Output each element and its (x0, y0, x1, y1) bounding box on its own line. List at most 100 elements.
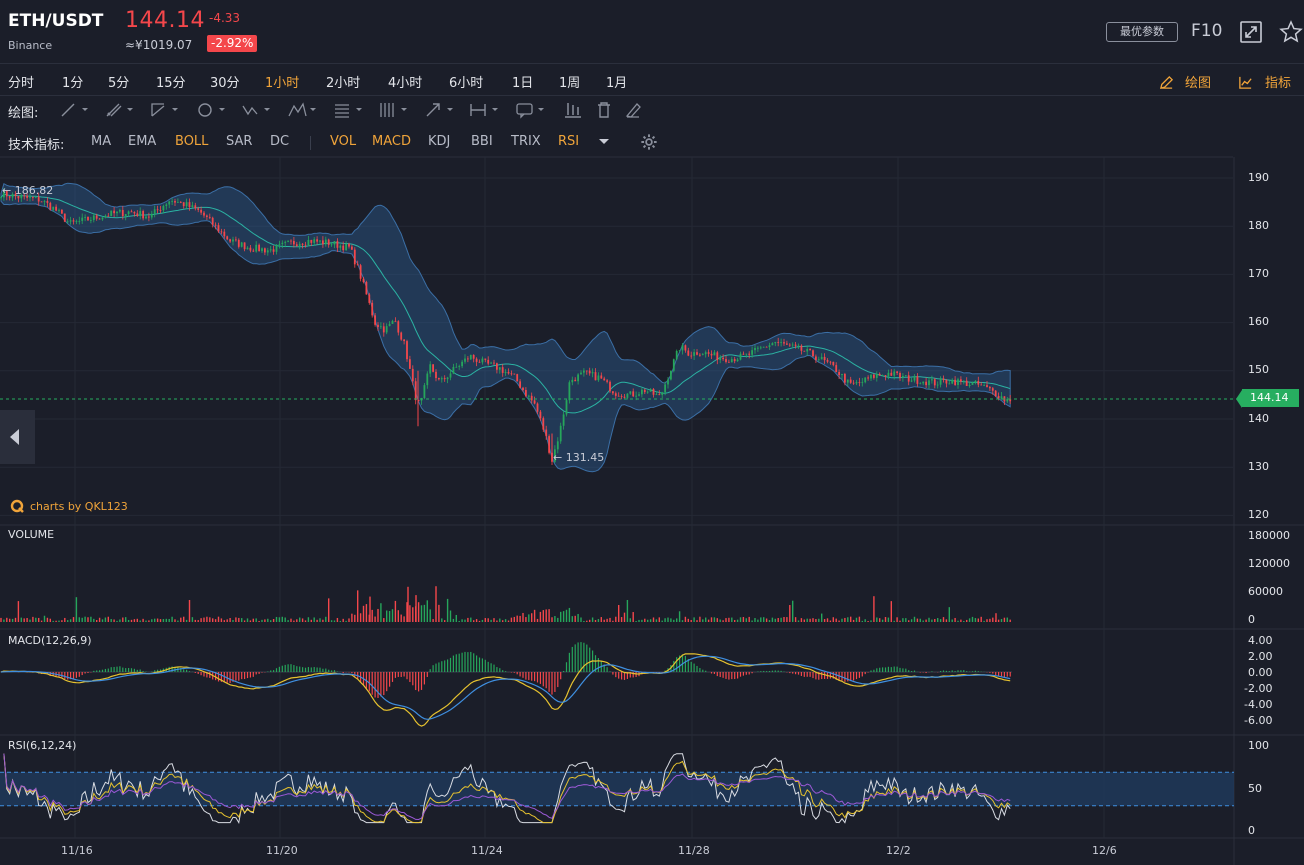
candle-body (725, 359, 727, 362)
volume-bar (794, 617, 797, 622)
macd-histogram-bar (93, 670, 95, 672)
macd-tick: 2.00 (1248, 650, 1273, 663)
macd-histogram-bar (383, 672, 385, 696)
volume-bar (696, 620, 698, 622)
candle-body (739, 353, 742, 360)
volume-bar (490, 619, 492, 622)
macd-histogram-bar (957, 670, 959, 672)
volume-bar (855, 617, 858, 622)
candle-body (896, 371, 898, 374)
candle-body (571, 379, 574, 383)
volume-bar (916, 618, 919, 622)
macd-histogram-bar (258, 672, 260, 674)
volume-bar (812, 618, 814, 622)
volume-bar (69, 619, 72, 622)
candle-body (136, 213, 139, 216)
macd-histogram-bar (586, 644, 588, 672)
macd-histogram-bar (954, 671, 956, 672)
candle-body (295, 244, 298, 247)
price-tick: 150 (1248, 363, 1269, 376)
volume-bar (301, 618, 304, 622)
volume-bar (377, 608, 379, 622)
candle-body (672, 359, 675, 371)
candle-body (223, 231, 226, 237)
macd-histogram-bar (484, 659, 486, 672)
candle-body (148, 216, 150, 218)
volume-bar (835, 618, 837, 622)
macd-histogram-bar (130, 668, 133, 672)
volume-bar (861, 620, 863, 622)
macd-histogram-bar (751, 672, 753, 674)
volume-bar (786, 617, 788, 622)
candle-body (269, 249, 272, 251)
volume-bar (821, 613, 823, 622)
candle-body (629, 391, 632, 394)
macd-histogram-bar (884, 667, 887, 672)
candle-body (780, 342, 782, 343)
macd-histogram-bar (1000, 672, 1003, 677)
candle-body (904, 375, 907, 377)
volume-bar (528, 614, 530, 622)
candle-body (252, 250, 255, 252)
macd-histogram-bar (545, 672, 547, 689)
macd-histogram-bar (209, 672, 211, 678)
macd-histogram-bar (734, 672, 736, 680)
macd-histogram-bar (568, 652, 570, 672)
macd-histogram-bar (110, 667, 112, 672)
volume-bar (800, 618, 803, 622)
volume-bar (687, 618, 689, 622)
candle-body (820, 356, 823, 360)
candle-body (150, 213, 153, 218)
candle-body (214, 224, 217, 226)
candle-body (510, 373, 513, 375)
macd-histogram-bar (563, 671, 565, 672)
volume-bar (670, 618, 672, 622)
candle-body (809, 349, 811, 351)
candle-body (139, 211, 142, 216)
macd-histogram-bar (75, 672, 77, 678)
candle-body (87, 217, 89, 221)
candle-body (452, 366, 455, 374)
candle-body (313, 239, 316, 243)
macd-histogram-bar (502, 670, 504, 672)
macd-histogram-bar (351, 672, 353, 674)
candle-body (66, 221, 69, 223)
volume-bar (557, 617, 559, 622)
candle-body (264, 248, 266, 253)
macd-histogram-bar (768, 671, 771, 672)
macd-tick: 0.00 (1248, 666, 1273, 679)
candle-body (356, 264, 359, 266)
macd-histogram-bar (792, 672, 794, 674)
macd-histogram-bar (333, 670, 336, 672)
volume-bar (771, 617, 774, 622)
volume-bar (159, 619, 162, 622)
scroll-left-button[interactable] (0, 410, 35, 464)
volume-bar (220, 618, 223, 622)
candle-body (574, 379, 577, 382)
macd-histogram-bar (1003, 672, 1005, 678)
price-chart[interactable] (0, 0, 1304, 865)
volume-bar (438, 604, 440, 622)
candle-body (507, 372, 510, 374)
volume-bar (458, 620, 460, 622)
macd-histogram-bar (493, 664, 495, 672)
volume-bar (568, 607, 571, 622)
volume-bar (52, 620, 54, 622)
macd-histogram-bar (911, 671, 913, 672)
volume-bar (420, 605, 423, 622)
candle-body (249, 247, 252, 251)
candle-body (130, 211, 133, 213)
volume-bar (40, 620, 43, 622)
volume-bar (214, 619, 217, 622)
macd-histogram-bar (621, 672, 623, 680)
candle-body (287, 240, 289, 242)
candle-body (846, 379, 849, 383)
volume-bar (603, 619, 605, 622)
macd-histogram-bar (464, 651, 466, 672)
candle-body (1006, 398, 1009, 402)
volume-bar (20, 617, 22, 622)
macd-histogram-bar (844, 672, 846, 682)
volume-bar (580, 617, 582, 622)
macd-histogram-bar (896, 666, 898, 672)
macd-histogram-bar (739, 672, 742, 677)
